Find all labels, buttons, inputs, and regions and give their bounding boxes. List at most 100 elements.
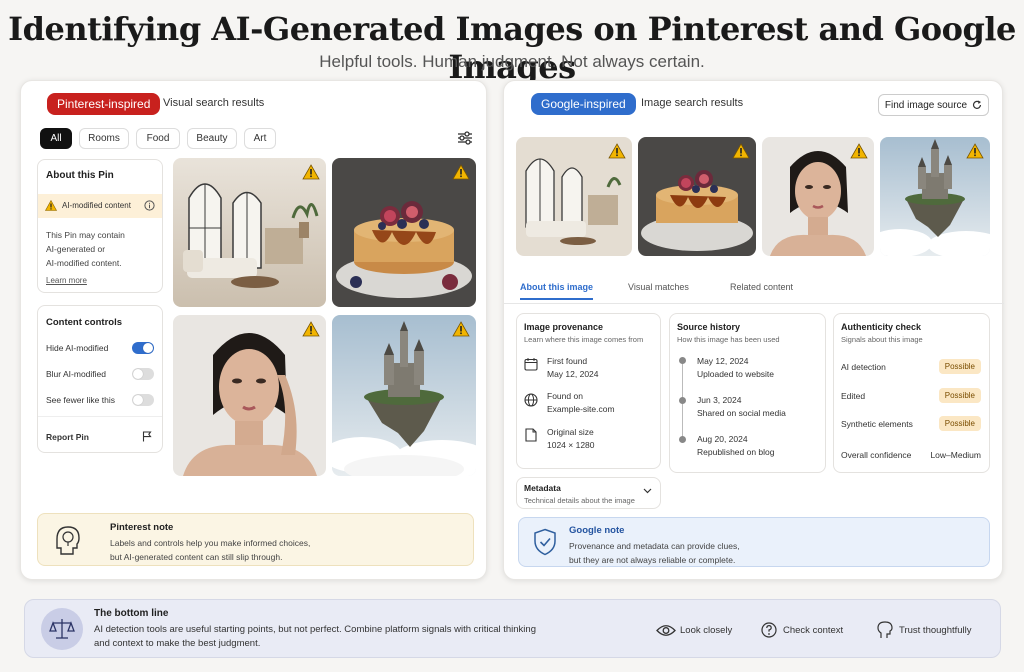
tab-visual-matches[interactable]: Visual matches	[628, 282, 689, 292]
google-image-living-room[interactable]	[516, 137, 632, 256]
toggle-blur-ai[interactable]	[132, 368, 154, 380]
pinterest-note-title: Pinterest note	[110, 522, 174, 533]
learn-more-link[interactable]: Learn more	[46, 276, 87, 285]
toggle-hide-ai[interactable]	[132, 342, 154, 354]
auth-edited-label: Edited	[841, 391, 866, 401]
tab-about-image[interactable]: About this image	[520, 282, 594, 300]
warning-icon	[452, 321, 470, 337]
warning-icon	[966, 143, 984, 159]
calendar-icon	[524, 358, 538, 371]
provenance-size-value: 1024 × 1280	[547, 440, 595, 450]
bottom-line-title: The bottom line	[94, 608, 169, 619]
google-panel: Google-inspired Image search results Fin…	[503, 80, 1004, 580]
flag-icon[interactable]	[142, 431, 152, 442]
warning-icon	[302, 321, 320, 337]
tab-related-content[interactable]: Related content	[730, 282, 793, 292]
ai-label-row: AI-modified content	[38, 194, 162, 218]
find-source-button[interactable]: Find image source	[878, 94, 989, 116]
warning-icon	[850, 143, 868, 159]
provenance-card: Image provenance Learn where this image …	[516, 313, 661, 469]
pin-image-portrait[interactable]	[173, 315, 326, 476]
content-controls-title: Content controls	[46, 317, 122, 328]
provenance-size-label: Original size	[547, 427, 594, 437]
history-date-3: Aug 20, 2024	[697, 434, 748, 444]
provenance-title: Image provenance	[524, 322, 604, 332]
auth-edited-badge: Possible	[938, 388, 981, 403]
control-label-blur: Blur AI-modified	[46, 369, 106, 379]
question-circle-icon	[761, 622, 777, 638]
bottom-line-banner: The bottom line AI detection tools are u…	[24, 599, 1001, 658]
pin-image-living-room[interactable]	[173, 158, 326, 307]
chevron-down-icon[interactable]	[643, 488, 652, 494]
warning-icon	[302, 164, 320, 180]
action-check-context: Check context	[783, 625, 844, 636]
lightbulb-head-icon	[56, 526, 80, 555]
scales-icon-wrap	[41, 608, 83, 650]
timeline-dot	[679, 397, 686, 404]
bottom-line-text-2: and context to make the best judgment.	[94, 638, 261, 649]
shield-check-icon	[534, 528, 556, 556]
about-desc-line-3: AI-modified content.	[46, 258, 122, 268]
warning-icon	[608, 143, 626, 159]
provenance-subtitle: Learn where this image comes from	[524, 335, 644, 344]
chip-rooms[interactable]: Rooms	[79, 128, 129, 149]
chip-art[interactable]: Art	[244, 128, 276, 149]
pinterest-note-line-2: but AI-generated content can still slip …	[110, 552, 283, 562]
google-image-pancakes[interactable]	[638, 137, 756, 256]
google-image-portrait[interactable]	[762, 137, 874, 256]
warning-icon	[732, 143, 750, 159]
chip-beauty[interactable]: Beauty	[187, 128, 237, 149]
history-date-2: Jun 3, 2024	[697, 395, 742, 405]
pin-image-pancakes[interactable]	[332, 158, 476, 307]
eye-icon	[656, 625, 676, 636]
action-trust-thoughtfully: Trust thoughtfully	[899, 625, 972, 636]
history-event-1: Uploaded to website	[697, 369, 775, 379]
provenance-found-on-label: Found on	[547, 391, 583, 401]
provenance-found-on-value: Example-site.com	[547, 404, 615, 414]
confidence-value: Low–Medium	[930, 450, 981, 460]
auth-ai-detection-badge: Possible	[938, 359, 981, 374]
provenance-first-found-value: May 12, 2024	[547, 369, 599, 379]
chip-all[interactable]: All	[40, 128, 72, 149]
about-pin-card: About this Pin AI-modified content This …	[37, 159, 163, 293]
pinterest-panel: Pinterest-inspired Visual search results…	[20, 80, 487, 580]
control-label-fewer: See fewer like this	[46, 395, 115, 405]
head-profile-icon	[877, 621, 893, 638]
pinterest-header-label: Visual search results	[163, 97, 265, 109]
source-history-card: Source history How this image has been u…	[669, 313, 826, 473]
action-look-closely: Look closely	[680, 625, 733, 636]
google-note-line-2: but they are not always reliable or comp…	[569, 555, 736, 565]
timeline-dot	[679, 357, 686, 364]
metadata-card[interactable]: Metadata Technical details about the ima…	[516, 477, 661, 509]
history-event-3: Republished on blog	[697, 447, 775, 457]
content-controls-card: Content controls Hide AI-modified Blur A…	[37, 305, 163, 453]
google-note: Google note Provenance and metadata can …	[518, 517, 990, 567]
info-icon[interactable]	[144, 200, 155, 211]
globe-icon	[524, 393, 538, 407]
warning-icon	[45, 200, 57, 211]
google-tabbar: About this image Visual matches Related …	[504, 274, 1004, 304]
authenticity-title: Authenticity check	[841, 322, 922, 332]
history-subtitle: How this image has been used	[677, 335, 780, 344]
authenticity-card: Authenticity check Signals about this im…	[833, 313, 990, 473]
ai-label-text: AI-modified content	[62, 201, 131, 210]
auth-synthetic-label: Synthetic elements	[841, 419, 913, 429]
warning-icon	[452, 164, 470, 180]
google-image-floating-castle[interactable]	[880, 137, 990, 256]
scales-icon	[49, 619, 75, 639]
page-title: Identifying AI-Generated Images on Pinte…	[8, 10, 1016, 86]
control-label-hide: Hide AI-modified	[46, 343, 109, 353]
filter-sliders-icon[interactable]	[457, 131, 473, 145]
find-source-label: Find image source	[884, 99, 968, 111]
auth-synthetic-badge: Possible	[938, 416, 981, 431]
toggle-see-fewer[interactable]	[132, 394, 154, 406]
bottom-line-text-1: AI detection tools are useful starting p…	[94, 624, 536, 635]
pin-image-floating-castle[interactable]	[332, 315, 476, 476]
chip-food[interactable]: Food	[136, 128, 180, 149]
google-badge: Google-inspired	[531, 93, 636, 115]
report-pin-button[interactable]: Report Pin	[46, 432, 89, 442]
document-icon	[525, 428, 537, 442]
auth-ai-detection-label: AI detection	[841, 362, 886, 372]
refresh-icon	[973, 100, 982, 109]
history-title: Source history	[677, 322, 741, 332]
